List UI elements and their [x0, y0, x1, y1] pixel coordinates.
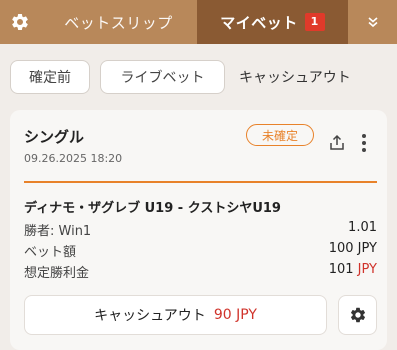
share-icon	[330, 134, 344, 150]
filter-cashout-label: キャッシュアウト	[239, 70, 351, 86]
selection-label: 勝者: Win1	[24, 224, 92, 239]
double-chevron-down-icon	[367, 17, 378, 28]
filter-live-label: ライブベット	[120, 70, 205, 86]
bet-card: シングル 09.26.2025 18:20 未確定 ディナモ・ザグレブ U19 …	[10, 110, 387, 350]
filter-pending-label: 確定前	[29, 70, 71, 86]
tab-mybets[interactable]: マイベット 1	[197, 0, 348, 44]
more-vertical-icon	[362, 134, 366, 152]
more-button[interactable]	[360, 133, 368, 157]
payout-label: 想定勝利金	[24, 266, 90, 281]
filter-bar: 確定前 ライブベット キャッシュアウト	[0, 44, 397, 95]
tab-betslip-label: ベットスリップ	[64, 13, 173, 32]
cashout-button[interactable]: キャッシュアウト 90 JPY	[24, 295, 327, 335]
status-label: 未確定	[261, 128, 298, 143]
bet-row-payout: 想定勝利金 101 JPY	[24, 262, 377, 281]
filter-live-button[interactable]: ライブベット	[100, 60, 225, 94]
bet-row-stake: ベット額 100 JPY	[24, 241, 377, 260]
collapse-button[interactable]	[348, 0, 397, 44]
settings-button[interactable]	[0, 0, 40, 44]
payout-value: 101 JPY	[329, 262, 377, 281]
cashout-amount: 90 JPY	[213, 307, 257, 323]
status-badge: 未確定	[246, 124, 314, 146]
bet-date: 09.26.2025 18:20	[24, 152, 123, 165]
mybets-count-badge: 1	[304, 13, 325, 31]
payout-amount: 101	[328, 262, 354, 277]
share-button[interactable]	[328, 134, 346, 156]
divider	[24, 181, 377, 183]
stake-value: 100 JPY	[328, 241, 377, 256]
cashout-settings-button[interactable]	[338, 295, 377, 335]
odds-value: 1.01	[348, 220, 377, 235]
tab-mybets-label: マイベット	[220, 13, 298, 32]
bet-type: シングル	[24, 128, 85, 146]
payout-currency: JPY	[357, 262, 377, 277]
cashout-label: キャッシュアウト	[94, 308, 206, 324]
filter-cashout-button[interactable]: キャッシュアウト	[239, 67, 351, 87]
bet-row-selection: 勝者: Win1 1.01	[24, 220, 377, 239]
top-bar: ベットスリップ マイベット 1	[0, 0, 397, 44]
tab-betslip[interactable]: ベットスリップ	[40, 0, 197, 44]
filter-pending-button[interactable]: 確定前	[10, 60, 90, 94]
stake-label: ベット額	[24, 245, 77, 260]
gear-icon	[350, 307, 365, 323]
match-name: ディナモ・ザグレブ U19 - クストシヤU19	[24, 201, 281, 216]
gear-icon	[12, 13, 28, 30]
